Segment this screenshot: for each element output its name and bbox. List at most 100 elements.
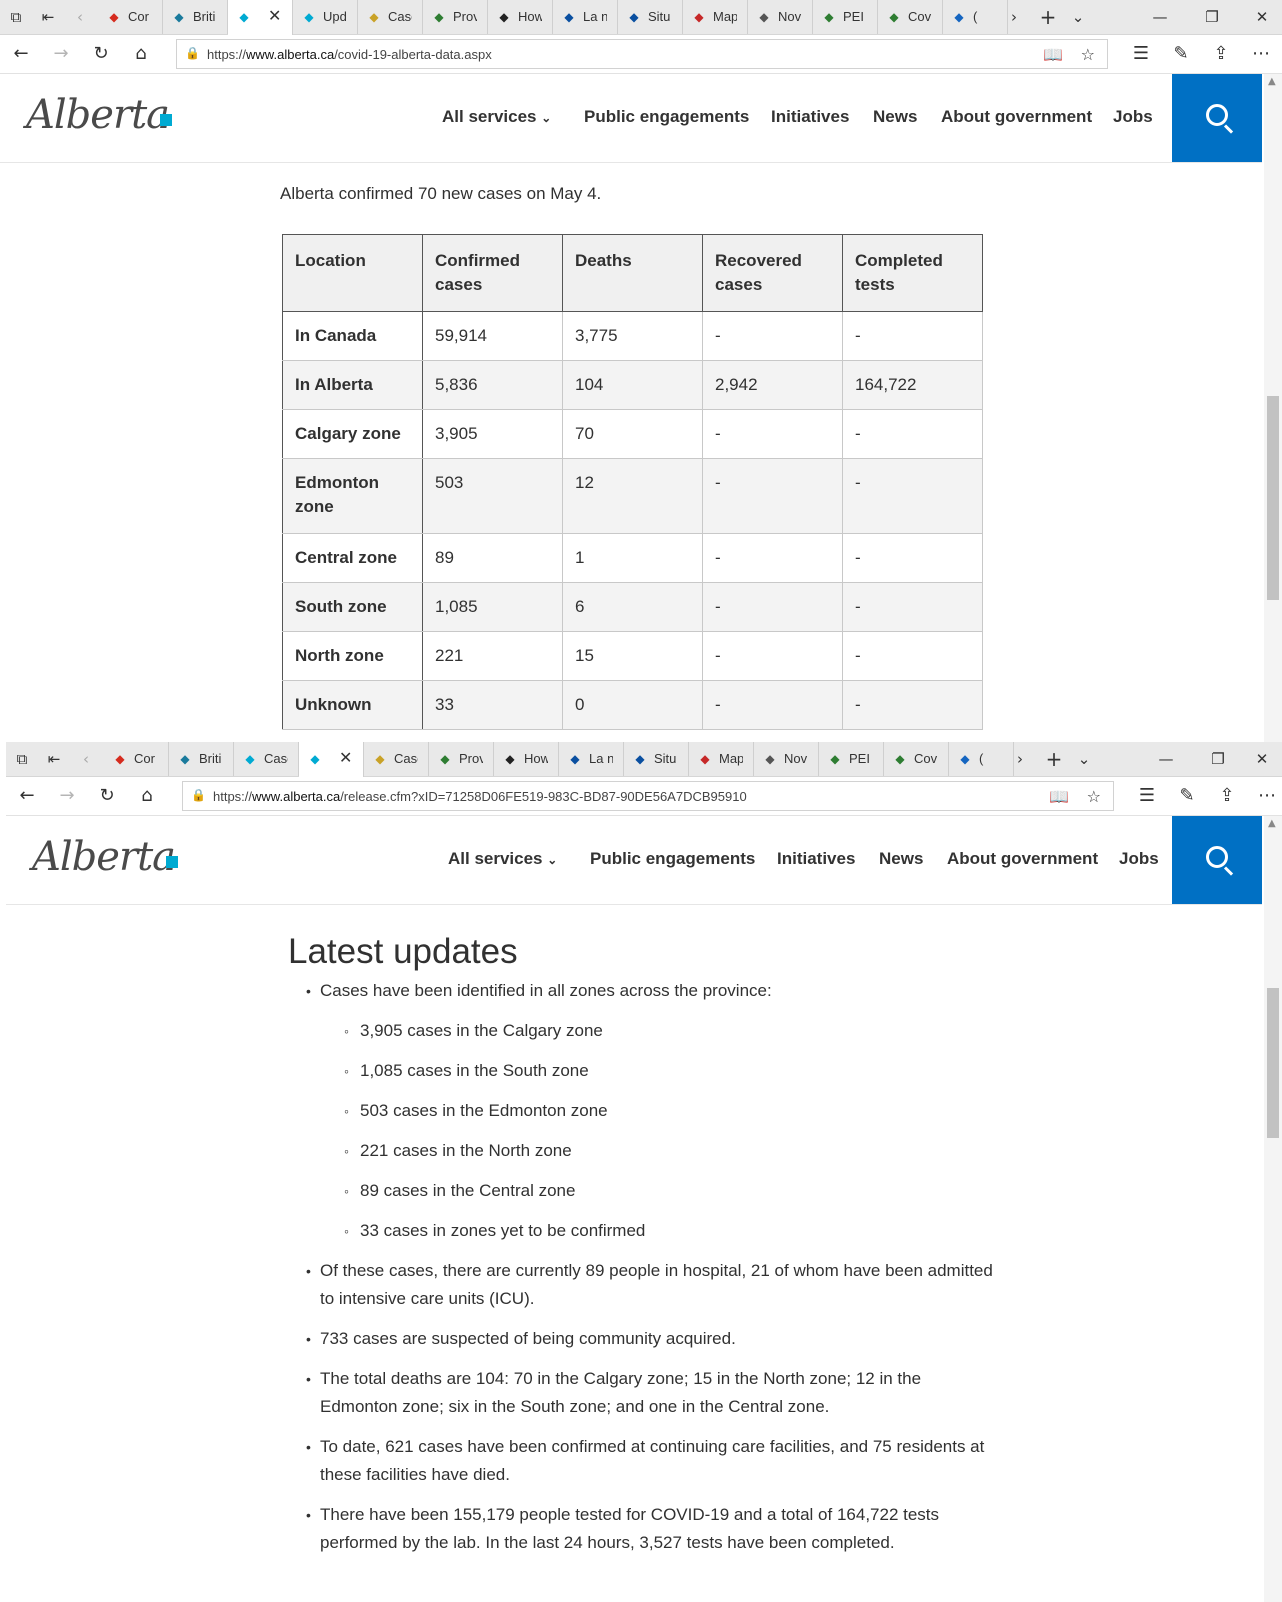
- browser-tab[interactable]: ◆ Briti: [163, 0, 228, 34]
- browser-tab[interactable]: ◆ La n: [559, 742, 624, 776]
- forward-icon[interactable]: →: [50, 43, 72, 65]
- reading-view-icon[interactable]: 📖: [1043, 45, 1063, 64]
- nav-all-services[interactable]: All services ⌄: [448, 849, 557, 869]
- set-tabs-aside-icon[interactable]: ⇤: [38, 7, 58, 27]
- home-icon[interactable]: ⌂: [136, 785, 158, 807]
- scroll-tabs-left-icon[interactable]: ‹: [70, 7, 90, 27]
- scroll-tabs-right-icon[interactable]: ›: [1010, 749, 1030, 769]
- restore-icon[interactable]: ❐: [1202, 7, 1222, 27]
- favorites-hub-icon[interactable]: ☰: [1130, 43, 1152, 65]
- browser-tab[interactable]: ◆ Case: [358, 0, 423, 34]
- browser-tab[interactable]: ◆ Cor: [98, 0, 163, 34]
- browser-tab[interactable]: ◆ ✕: [299, 742, 364, 777]
- more-menu-icon[interactable]: ⋯: [1250, 43, 1272, 65]
- forward-icon[interactable]: →: [56, 785, 78, 807]
- browser-tab[interactable]: ◆ Map: [683, 0, 748, 34]
- browser-tab[interactable]: ◆ Cor: [104, 742, 169, 776]
- browser-tab[interactable]: ◆ La n: [553, 0, 618, 34]
- tab-title: Case: [264, 751, 288, 766]
- scroll-thumb[interactable]: [1267, 396, 1279, 600]
- browser-tab[interactable]: ◆ How: [494, 742, 559, 776]
- nav-all-services[interactable]: All services ⌄: [442, 107, 551, 127]
- url-text[interactable]: https://www.alberta.ca/covid-19-alberta-…: [207, 47, 492, 62]
- favorite-star-icon[interactable]: ☆: [1081, 45, 1095, 64]
- address-bar[interactable]: 🔒 https://www.alberta.ca/covid-19-albert…: [176, 39, 1108, 69]
- pen-notes-icon[interactable]: ✎: [1176, 785, 1198, 807]
- browser-tab[interactable]: ◆ Nov: [748, 0, 813, 34]
- back-icon[interactable]: ←: [16, 785, 38, 807]
- refresh-icon[interactable]: ↻: [90, 43, 112, 65]
- browser-tab[interactable]: ◆ Cov: [878, 0, 943, 34]
- page-scrollbar[interactable]: ▲: [1264, 74, 1282, 742]
- row-location: North zone: [282, 631, 423, 681]
- browser-tab[interactable]: ◆ How: [488, 0, 553, 34]
- browser-tab[interactable]: ◆ Nov: [754, 742, 819, 776]
- restore-icon[interactable]: ❐: [1208, 749, 1228, 769]
- url-text[interactable]: https://www.alberta.ca/release.cfm?xID=7…: [213, 789, 747, 804]
- alberta-logo[interactable]: Alberta: [26, 92, 170, 138]
- tab-actions-icon[interactable]: ⧉: [12, 749, 32, 769]
- alberta-logo[interactable]: Alberta: [32, 834, 176, 880]
- nav-about-government[interactable]: About government: [947, 849, 1098, 869]
- tab-title: Prov: [459, 751, 483, 766]
- scroll-up-arrow-icon[interactable]: ▲: [1268, 76, 1276, 87]
- covid-data-table: Location Confirmed cases Deaths Recovere…: [282, 234, 983, 730]
- nav-initiatives[interactable]: Initiatives: [777, 849, 855, 869]
- browser-tab[interactable]: ◆ Situ: [624, 742, 689, 776]
- scroll-up-arrow-icon[interactable]: ▲: [1268, 818, 1276, 829]
- share-icon[interactable]: ⇪: [1210, 43, 1232, 65]
- tab-list-chevron-icon[interactable]: ⌄: [1074, 749, 1094, 769]
- browser-tab[interactable]: ◆(: [949, 742, 1014, 776]
- browser-tab[interactable]: ◆ PEI: [813, 0, 878, 34]
- scroll-tabs-left-icon[interactable]: ‹: [76, 749, 96, 769]
- search-button[interactable]: [1172, 816, 1262, 904]
- more-menu-icon[interactable]: ⋯: [1256, 785, 1278, 807]
- nav-news[interactable]: News: [873, 107, 917, 127]
- close-tab-icon[interactable]: ✕: [268, 6, 281, 25]
- nav-initiatives[interactable]: Initiatives: [771, 107, 849, 127]
- browser-tab[interactable]: ◆ ✕: [228, 0, 293, 35]
- nav-jobs[interactable]: Jobs: [1119, 849, 1159, 869]
- share-icon[interactable]: ⇪: [1216, 785, 1238, 807]
- tab-actions-icon[interactable]: ⧉: [6, 7, 26, 27]
- nav-public-engagements[interactable]: Public engagements: [584, 107, 749, 127]
- ns-icon: ◆: [765, 752, 775, 766]
- tab-list-chevron-icon[interactable]: ⌄: [1068, 7, 1088, 27]
- close-tab-icon[interactable]: ✕: [339, 748, 352, 767]
- browser-tab[interactable]: ◆ Cov: [884, 742, 949, 776]
- new-tab-icon[interactable]: +: [1038, 7, 1058, 27]
- nav-jobs[interactable]: Jobs: [1113, 107, 1153, 127]
- favorite-star-icon[interactable]: ☆: [1087, 787, 1101, 806]
- browser-tab[interactable]: ◆ Case: [364, 742, 429, 776]
- browser-tab[interactable]: ◆ PEI: [819, 742, 884, 776]
- close-window-icon[interactable]: ✕: [1252, 7, 1272, 27]
- minimize-icon[interactable]: —: [1156, 749, 1176, 769]
- browser-tab[interactable]: ◆ Case: [234, 742, 299, 776]
- page-scrollbar[interactable]: ▲: [1264, 816, 1282, 1602]
- browser-tab[interactable]: ◆ Upd: [293, 0, 358, 34]
- row-location: South zone: [282, 582, 423, 632]
- browser-tab[interactable]: ◆ Prov: [423, 0, 488, 34]
- minimize-icon[interactable]: —: [1150, 7, 1170, 27]
- set-tabs-aside-icon[interactable]: ⇤: [44, 749, 64, 769]
- close-window-icon[interactable]: ✕: [1252, 749, 1272, 769]
- address-bar[interactable]: 🔒 https://www.alberta.ca/release.cfm?xID…: [182, 781, 1114, 811]
- reading-view-icon[interactable]: 📖: [1049, 787, 1069, 806]
- nav-about-government[interactable]: About government: [941, 107, 1092, 127]
- nav-public-engagements[interactable]: Public engagements: [590, 849, 755, 869]
- browser-tab[interactable]: ◆ Briti: [169, 742, 234, 776]
- nav-news[interactable]: News: [879, 849, 923, 869]
- new-tab-icon[interactable]: +: [1044, 749, 1064, 769]
- search-button[interactable]: [1172, 74, 1262, 162]
- browser-tab[interactable]: ◆ Map: [689, 742, 754, 776]
- scroll-tabs-right-icon[interactable]: ›: [1004, 7, 1024, 27]
- browser-tab[interactable]: ◆(: [943, 0, 1008, 34]
- browser-tab[interactable]: ◆ Situ: [618, 0, 683, 34]
- browser-tab[interactable]: ◆ Prov: [429, 742, 494, 776]
- refresh-icon[interactable]: ↻: [96, 785, 118, 807]
- scroll-thumb[interactable]: [1267, 988, 1279, 1138]
- pen-notes-icon[interactable]: ✎: [1170, 43, 1192, 65]
- favorites-hub-icon[interactable]: ☰: [1136, 785, 1158, 807]
- home-icon[interactable]: ⌂: [130, 43, 152, 65]
- back-icon[interactable]: ←: [10, 43, 32, 65]
